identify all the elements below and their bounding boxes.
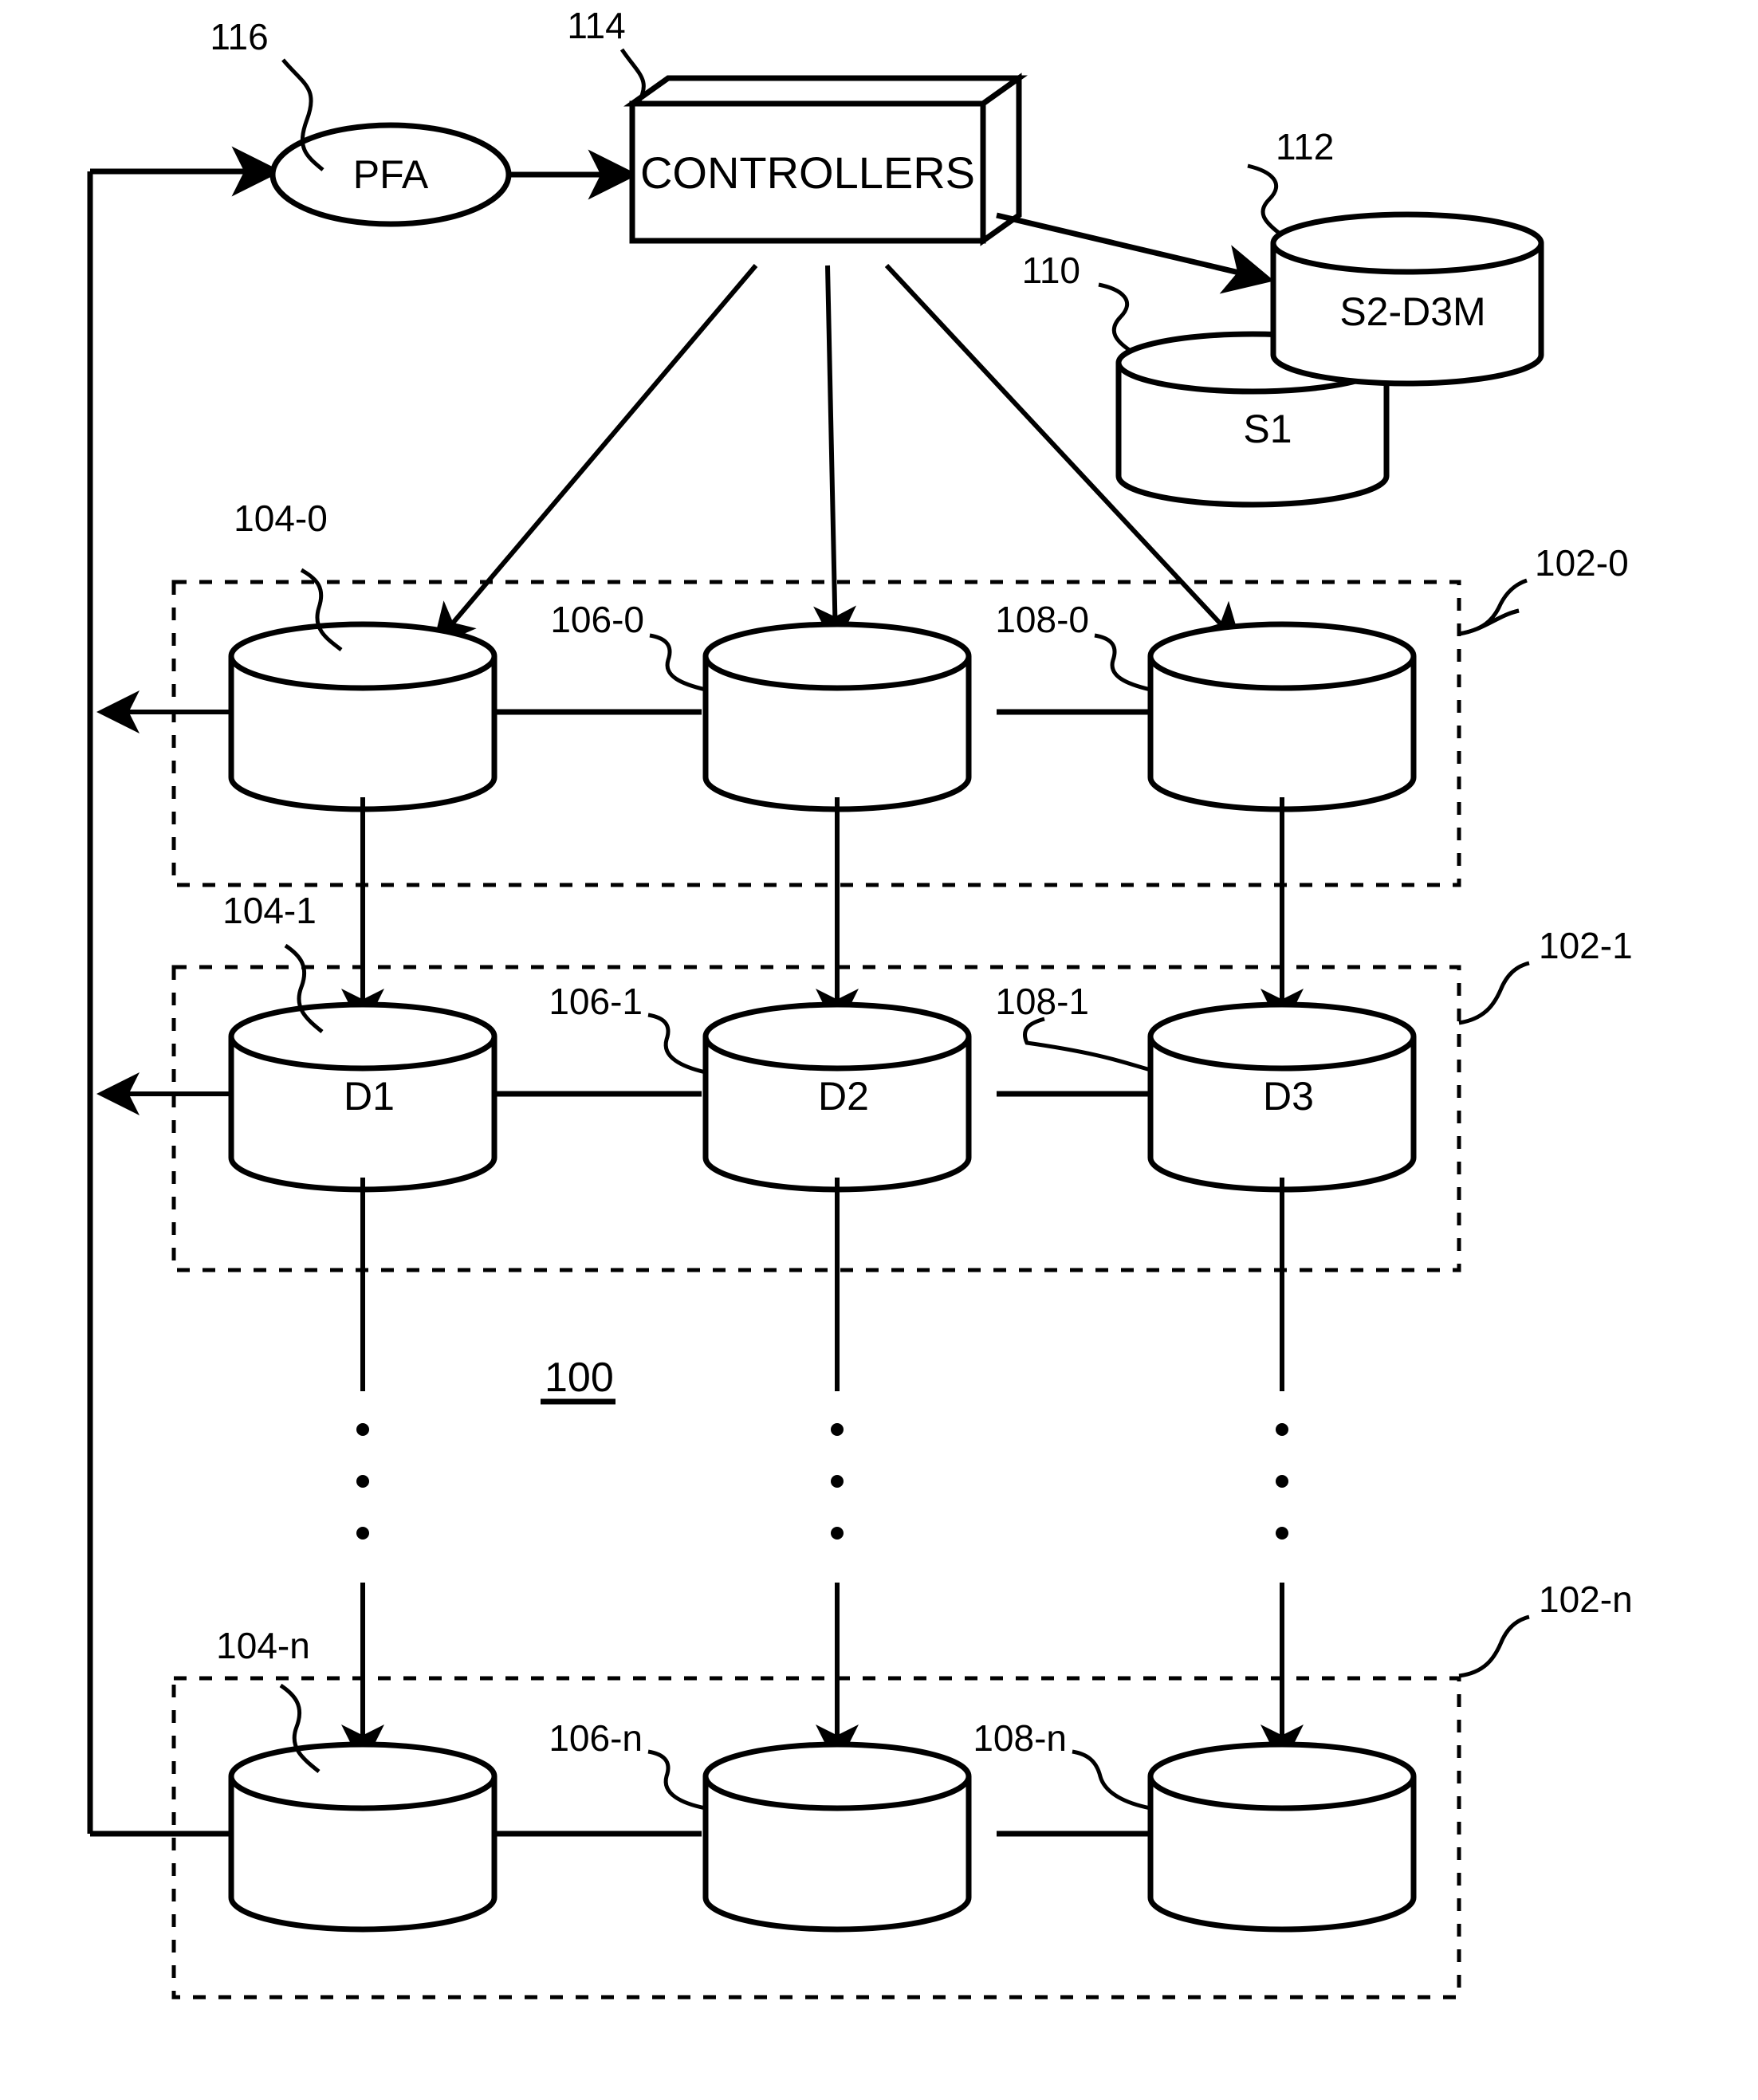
ellipsis-dot <box>831 1475 844 1488</box>
ref-110: 110 <box>1022 250 1080 291</box>
cylinder-108-1-label: D3 <box>1263 1074 1314 1119</box>
s1-label: S1 <box>1243 407 1292 451</box>
ellipsis-dot <box>356 1423 369 1436</box>
ref-106-n: 106-n <box>549 1717 643 1759</box>
ref-102-n: 102-n <box>1539 1579 1633 1620</box>
cylinder-108-0[interactable] <box>1147 621 1417 812</box>
pfa-label: PFA <box>353 152 429 197</box>
controllers-label: CONTROLLERS <box>640 147 975 198</box>
cylinder-108-n[interactable] <box>1147 1741 1417 1933</box>
ref-104-0: 104-0 <box>234 497 328 539</box>
ref-108-1: 108-1 <box>995 981 1089 1022</box>
leader-112 <box>1247 163 1280 234</box>
cylinder-104-0[interactable] <box>228 621 498 812</box>
leader-108-0 <box>1094 633 1151 692</box>
leader-102-n <box>1458 1614 1530 1678</box>
patent-figure-canvas: PFA 116 CONTROLLERS 114 S1 110 S2-D3M 11… <box>0 0 1758 2100</box>
leader-106-1 <box>647 1013 706 1075</box>
ellipsis-dot <box>1276 1527 1288 1540</box>
leader-114 <box>619 48 646 105</box>
ellipsis-dot <box>831 1527 844 1540</box>
cylinder-104-1-label: D1 <box>344 1074 395 1119</box>
cylinder-104-n[interactable] <box>228 1741 498 1933</box>
diagram-svg: PFA 116 CONTROLLERS 114 S1 110 S2-D3M 11… <box>87 5 1633 2000</box>
ref-108-n: 108-n <box>973 1717 1067 1759</box>
ref-102-1: 102-1 <box>1539 925 1633 966</box>
controllers-to-106-0-arrow <box>813 265 857 649</box>
cylinder-106-1-label: D2 <box>818 1074 869 1119</box>
figure-ref-100: 100 <box>545 1355 614 1401</box>
ellipsis-dot <box>831 1423 844 1436</box>
ref-104-1: 104-1 <box>222 890 317 931</box>
ref-116: 116 <box>210 16 268 57</box>
leader-108-1 <box>1023 1017 1151 1072</box>
feedback-bus <box>87 146 494 1837</box>
ref-106-0: 106-0 <box>550 599 644 640</box>
s2-d3m-label: S2-D3M <box>1339 289 1485 334</box>
ref-104-n: 104-n <box>216 1625 310 1666</box>
cylinder-106-0[interactable] <box>702 621 972 812</box>
ref-112: 112 <box>1276 126 1334 167</box>
leader-102-1 <box>1458 961 1530 1025</box>
leader-108-n <box>1072 1749 1151 1811</box>
ref-102-0: 102-0 <box>1535 542 1629 584</box>
leader-106-n <box>647 1749 706 1811</box>
leader-110 <box>1098 282 1132 353</box>
ref-108-0: 108-0 <box>995 599 1089 640</box>
ref-114: 114 <box>567 5 625 46</box>
ellipsis-dot <box>356 1527 369 1540</box>
cylinder-106-n[interactable] <box>702 1741 972 1933</box>
ellipsis-dot <box>356 1475 369 1488</box>
ellipsis-dot <box>1276 1475 1288 1488</box>
ellipsis-dot <box>1276 1423 1288 1436</box>
leader-106-0 <box>649 633 706 692</box>
controllers-to-104-0-arrow <box>432 264 758 647</box>
leader-102-0 <box>1458 578 1528 636</box>
ref-106-1: 106-1 <box>549 981 643 1022</box>
